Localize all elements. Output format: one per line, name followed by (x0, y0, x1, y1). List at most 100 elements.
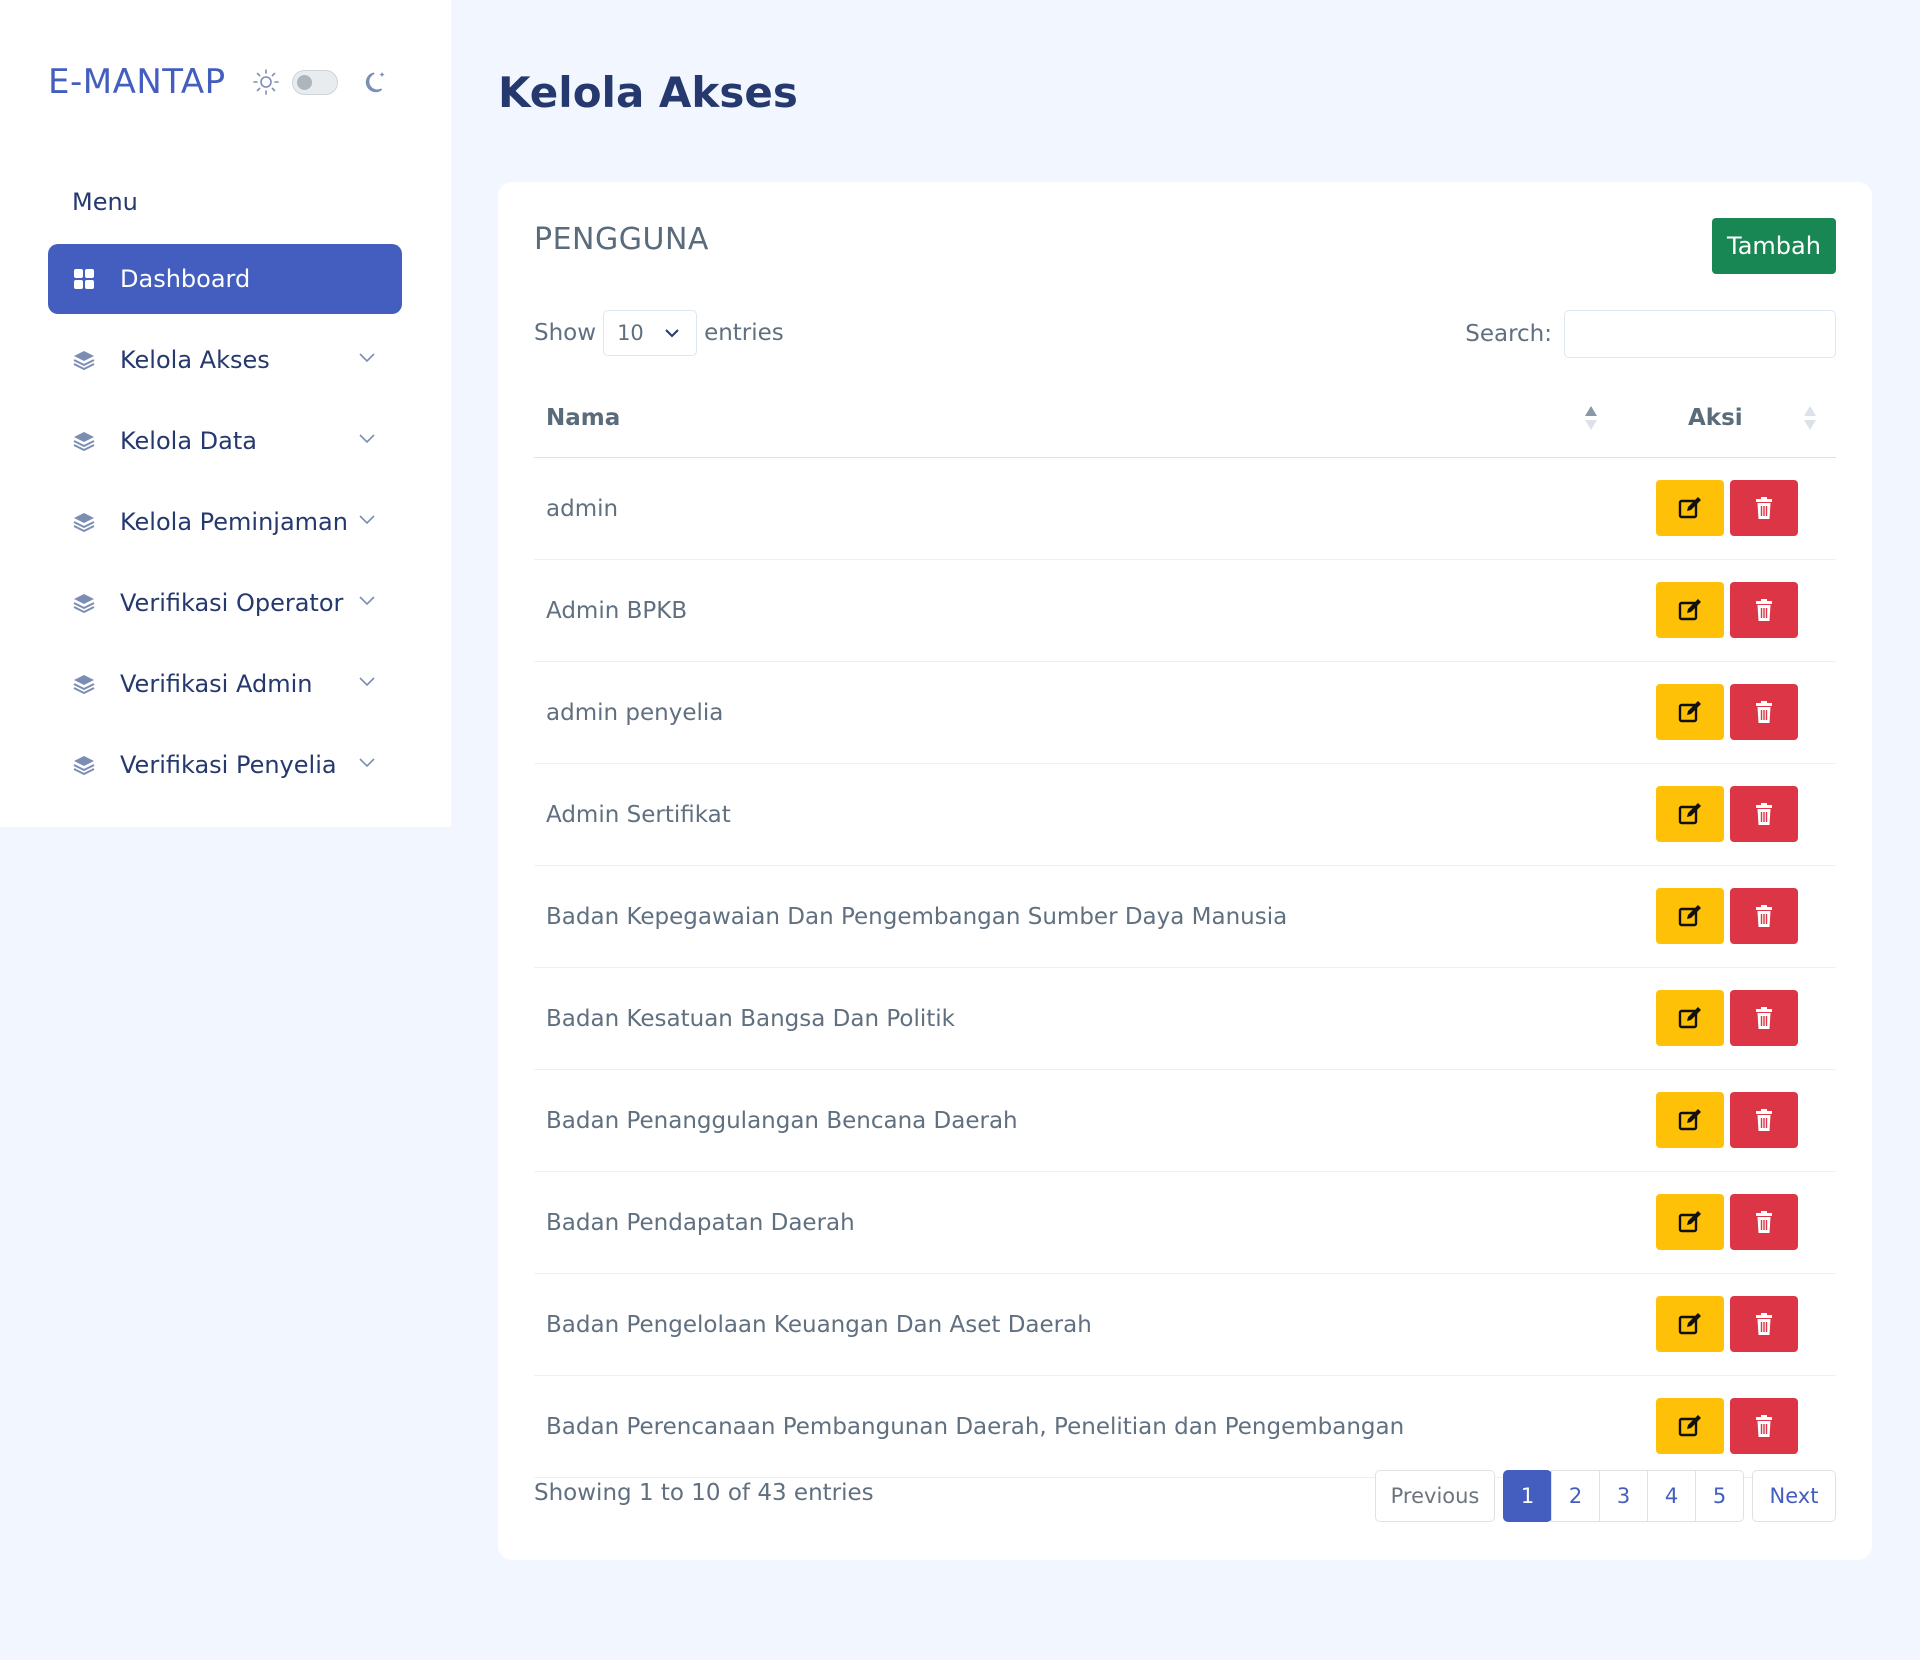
page-button-5[interactable]: 5 (1695, 1470, 1744, 1522)
table-body: admin Admin BPKB admin penyelia Admin Serti… (534, 458, 1836, 1478)
chevron-down-icon (359, 596, 375, 606)
page-button-2[interactable]: 2 (1551, 1470, 1600, 1522)
edit-button[interactable] (1656, 990, 1724, 1046)
users-card: PENGGUNA Tambah Show 10 entries Search: … (498, 182, 1872, 1560)
table-header: Nama Aksi (534, 378, 1836, 458)
edit-icon (1678, 701, 1701, 723)
delete-button[interactable] (1730, 1194, 1798, 1250)
sidebar-item-dashboard[interactable]: Dashboard (48, 244, 402, 314)
table-row: Badan Kesatuan Bangsa Dan Politik (534, 968, 1836, 1070)
edit-icon (1678, 905, 1701, 927)
user-name-cell: admin penyelia (546, 699, 724, 726)
edit-button[interactable] (1656, 480, 1724, 536)
user-name-cell: Admin Sertifikat (546, 801, 731, 828)
edit-button[interactable] (1656, 1194, 1724, 1250)
trash-icon (1756, 1007, 1772, 1029)
sidebar-item-label: Verifikasi Operator (120, 589, 344, 617)
edit-button[interactable] (1656, 786, 1724, 842)
page-button-1[interactable]: 1 (1503, 1470, 1552, 1522)
next-page-button[interactable]: Next (1752, 1470, 1836, 1522)
page-button-4[interactable]: 4 (1647, 1470, 1696, 1522)
menu-title: Menu (72, 188, 138, 216)
stack-icon (73, 432, 95, 451)
table-row: Badan Kepegawaian Dan Pengembangan Sumbe… (534, 866, 1836, 968)
user-name-cell: Badan Pendapatan Daerah (546, 1209, 855, 1236)
delete-button[interactable] (1730, 1398, 1798, 1454)
edit-button[interactable] (1656, 1296, 1724, 1352)
sidebar: E-MANTAP Menu Dashboard Kelola Akses Kel… (0, 0, 451, 827)
pagination: Previous 1 2 3 4 5 Next (1375, 1470, 1836, 1522)
table-row: admin penyelia (534, 662, 1836, 764)
search-control: Search: (1465, 310, 1836, 358)
theme-toggle (252, 68, 390, 96)
page-length-value: 10 (617, 321, 644, 345)
sort-icon[interactable] (1584, 404, 1598, 432)
delete-button[interactable] (1730, 582, 1798, 638)
sidebar-item-label: Dashboard (120, 265, 251, 293)
previous-page-button[interactable]: Previous (1375, 1470, 1495, 1522)
delete-button[interactable] (1730, 1092, 1798, 1148)
delete-button[interactable] (1730, 684, 1798, 740)
edit-icon (1678, 1007, 1701, 1029)
edit-button[interactable] (1656, 582, 1724, 638)
user-name-cell: Badan Penanggulangan Bencana Daerah (546, 1107, 1018, 1134)
page-length-select[interactable]: 10 (603, 310, 698, 356)
edit-icon (1678, 1109, 1701, 1131)
trash-icon (1756, 1211, 1772, 1233)
edit-icon (1678, 1313, 1701, 1335)
delete-button[interactable] (1730, 1296, 1798, 1352)
moon-icon (365, 72, 385, 93)
trash-icon (1756, 1109, 1772, 1131)
column-header-nama[interactable]: Nama (546, 405, 620, 431)
search-label: Search: (1465, 321, 1552, 347)
edit-button[interactable] (1656, 888, 1724, 944)
chevron-down-icon (359, 515, 375, 525)
sidebar-item-label: Kelola Data (120, 427, 257, 455)
dark-mode-switch[interactable] (291, 69, 338, 95)
sidebar-item-label: Kelola Peminjaman (120, 508, 348, 536)
edit-button[interactable] (1656, 684, 1724, 740)
sidebar-menu: Dashboard Kelola Akses Kelola Data Kelol… (48, 244, 402, 811)
sidebar-item-kelola-akses[interactable]: Kelola Akses (48, 325, 402, 395)
sidebar-item-kelola-data[interactable]: Kelola Data (48, 406, 402, 476)
user-name-cell: Admin BPKB (546, 597, 688, 624)
trash-icon (1756, 497, 1772, 519)
column-header-aksi[interactable]: Aksi (1688, 405, 1743, 431)
trash-icon (1756, 599, 1772, 621)
delete-button[interactable] (1730, 480, 1798, 536)
table-row: admin (534, 458, 1836, 560)
stack-icon (73, 594, 95, 613)
delete-button[interactable] (1730, 888, 1798, 944)
page-button-3[interactable]: 3 (1599, 1470, 1648, 1522)
delete-button[interactable] (1730, 990, 1798, 1046)
trash-icon (1756, 1415, 1772, 1437)
switch-knob (296, 74, 312, 90)
sidebar-item-kelola-peminjaman[interactable]: Kelola Peminjaman (48, 487, 402, 557)
page-title: Kelola Akses (498, 68, 798, 117)
user-name-cell: admin (546, 495, 619, 522)
sidebar-item-label: Verifikasi Penyelia (120, 751, 337, 779)
add-button[interactable]: Tambah (1712, 218, 1836, 274)
table-row: Admin Sertifikat (534, 764, 1836, 866)
brand-logo[interactable]: E-MANTAP (48, 62, 226, 102)
table-row: Badan Penanggulangan Bencana Daerah (534, 1070, 1836, 1172)
trash-icon (1756, 1313, 1772, 1335)
table-row: Badan Pengelolaan Keuangan Dan Aset Daer… (534, 1274, 1836, 1376)
edit-button[interactable] (1656, 1092, 1724, 1148)
edit-button[interactable] (1656, 1398, 1724, 1454)
edit-icon (1678, 1211, 1701, 1233)
user-name-cell: Badan Perencanaan Pembangunan Daerah, Pe… (546, 1413, 1405, 1440)
chevron-down-icon (359, 434, 375, 444)
table-info: Showing 1 to 10 of 43 entries (534, 1480, 874, 1506)
sort-icon[interactable] (1803, 404, 1817, 432)
sidebar-item-label: Verifikasi Admin (120, 670, 313, 698)
chevron-down-icon (359, 353, 375, 363)
sidebar-item-verifikasi-admin[interactable]: Verifikasi Admin (48, 649, 402, 719)
stack-icon (73, 351, 95, 370)
card-title: PENGGUNA (534, 222, 709, 257)
brand-row: E-MANTAP (48, 62, 390, 102)
sidebar-item-verifikasi-penyelia[interactable]: Verifikasi Penyelia (48, 730, 402, 800)
delete-button[interactable] (1730, 786, 1798, 842)
search-input[interactable] (1564, 310, 1836, 358)
sidebar-item-verifikasi-operator[interactable]: Verifikasi Operator (48, 568, 402, 638)
